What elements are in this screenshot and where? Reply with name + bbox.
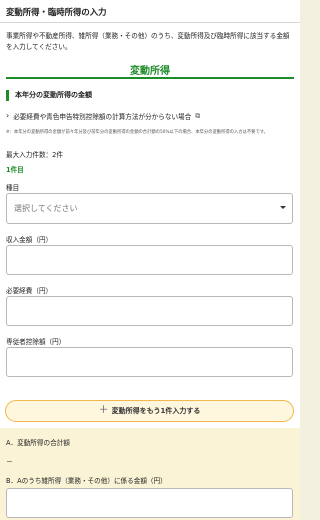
max-count-text: 最大入力件数：2件 (6, 151, 63, 159)
form-card: 変動所得・臨時所得の入力 事業所得や不動産所得、雑所得（業務・その他）のうち、変… (0, 0, 300, 520)
title-divider (0, 22, 300, 23)
help-link-text: 必要経費や青色申告特別控除額の計算方法が分からない場合 (13, 113, 192, 121)
subheading: 本年分の変動所得の金額 (6, 90, 92, 101)
summary-a-label: A．変動所得の合計額 (6, 439, 70, 447)
help-link[interactable]: › 必要経費や青色申告特別控除額の計算方法が分からない場合 ⧉ (6, 111, 201, 122)
section-heading: 変動所得 (130, 66, 170, 77)
expense-label: 必要経費（円） (6, 287, 53, 295)
external-link-icon: ⧉ (195, 111, 201, 120)
add-another-button[interactable]: ＋ 変動所得をもう1件入力する (5, 400, 294, 422)
expense-input[interactable] (6, 296, 293, 326)
category-select[interactable]: 選択してください (6, 193, 293, 224)
income-input[interactable] (6, 245, 293, 275)
category-label: 種目 (6, 184, 20, 192)
intro-text: 事業所得や不動産所得、雑所得（業務・その他）のうち、変動所得及び臨時所得に該当す… (6, 32, 290, 51)
item-number: 1件目 (6, 166, 24, 174)
income-label: 収入金額（円） (6, 236, 53, 244)
summary-b-label: B．Aのうち雑所得（業務・その他）に係る金額（円） (6, 477, 167, 485)
page-title: 変動所得・臨時所得の入力 (6, 7, 107, 17)
category-select-value: 選択してください (14, 204, 78, 213)
deduction-label: 専従者控除額（円） (6, 338, 66, 346)
add-another-label: 変動所得をもう1件入力する (111, 407, 201, 415)
plus-icon: ＋ (98, 405, 109, 416)
summary-b-input[interactable] (6, 488, 293, 518)
section-divider (6, 77, 294, 79)
chevron-right-icon: › (6, 111, 10, 120)
caret-down-icon (280, 206, 286, 209)
summary-a-value: － (6, 458, 13, 466)
deduction-input[interactable] (6, 347, 293, 377)
note-text: ※：本年分の変動所得の金額が前々年分及び前年分の変動所得の金額の合計額の50%以… (6, 130, 268, 135)
